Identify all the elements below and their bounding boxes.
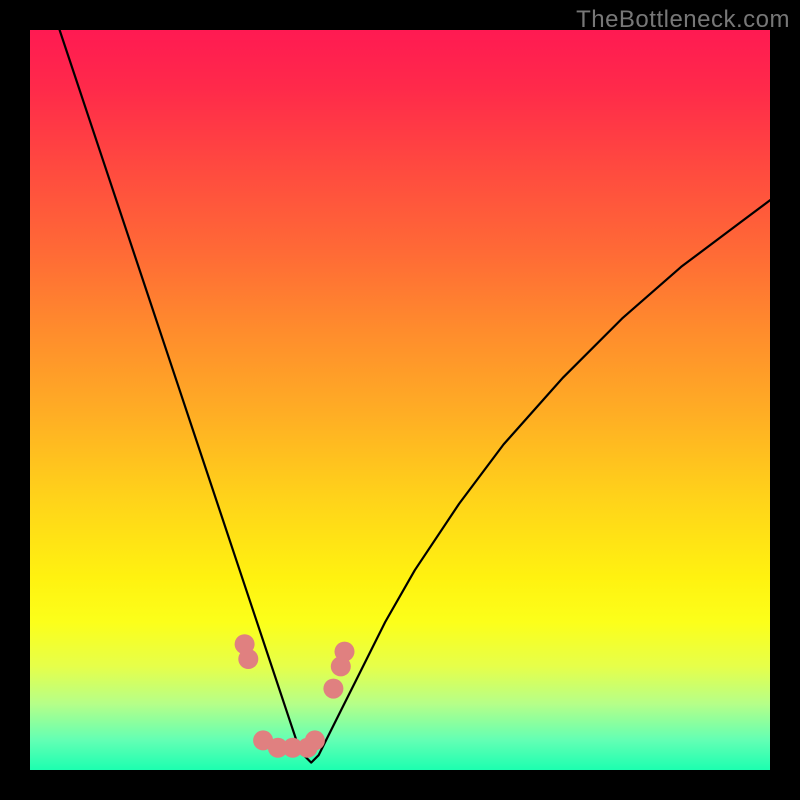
highlight-dot — [323, 679, 343, 699]
chart-svg — [30, 30, 770, 770]
highlight-dot — [335, 642, 355, 662]
highlight-dot — [238, 649, 258, 669]
watermark-text: TheBottleneck.com — [576, 6, 790, 34]
highlight-dot — [305, 730, 325, 750]
bottleneck-curve — [60, 30, 770, 763]
chart-frame: TheBottleneck.com — [0, 0, 800, 800]
plot-area — [30, 30, 770, 770]
